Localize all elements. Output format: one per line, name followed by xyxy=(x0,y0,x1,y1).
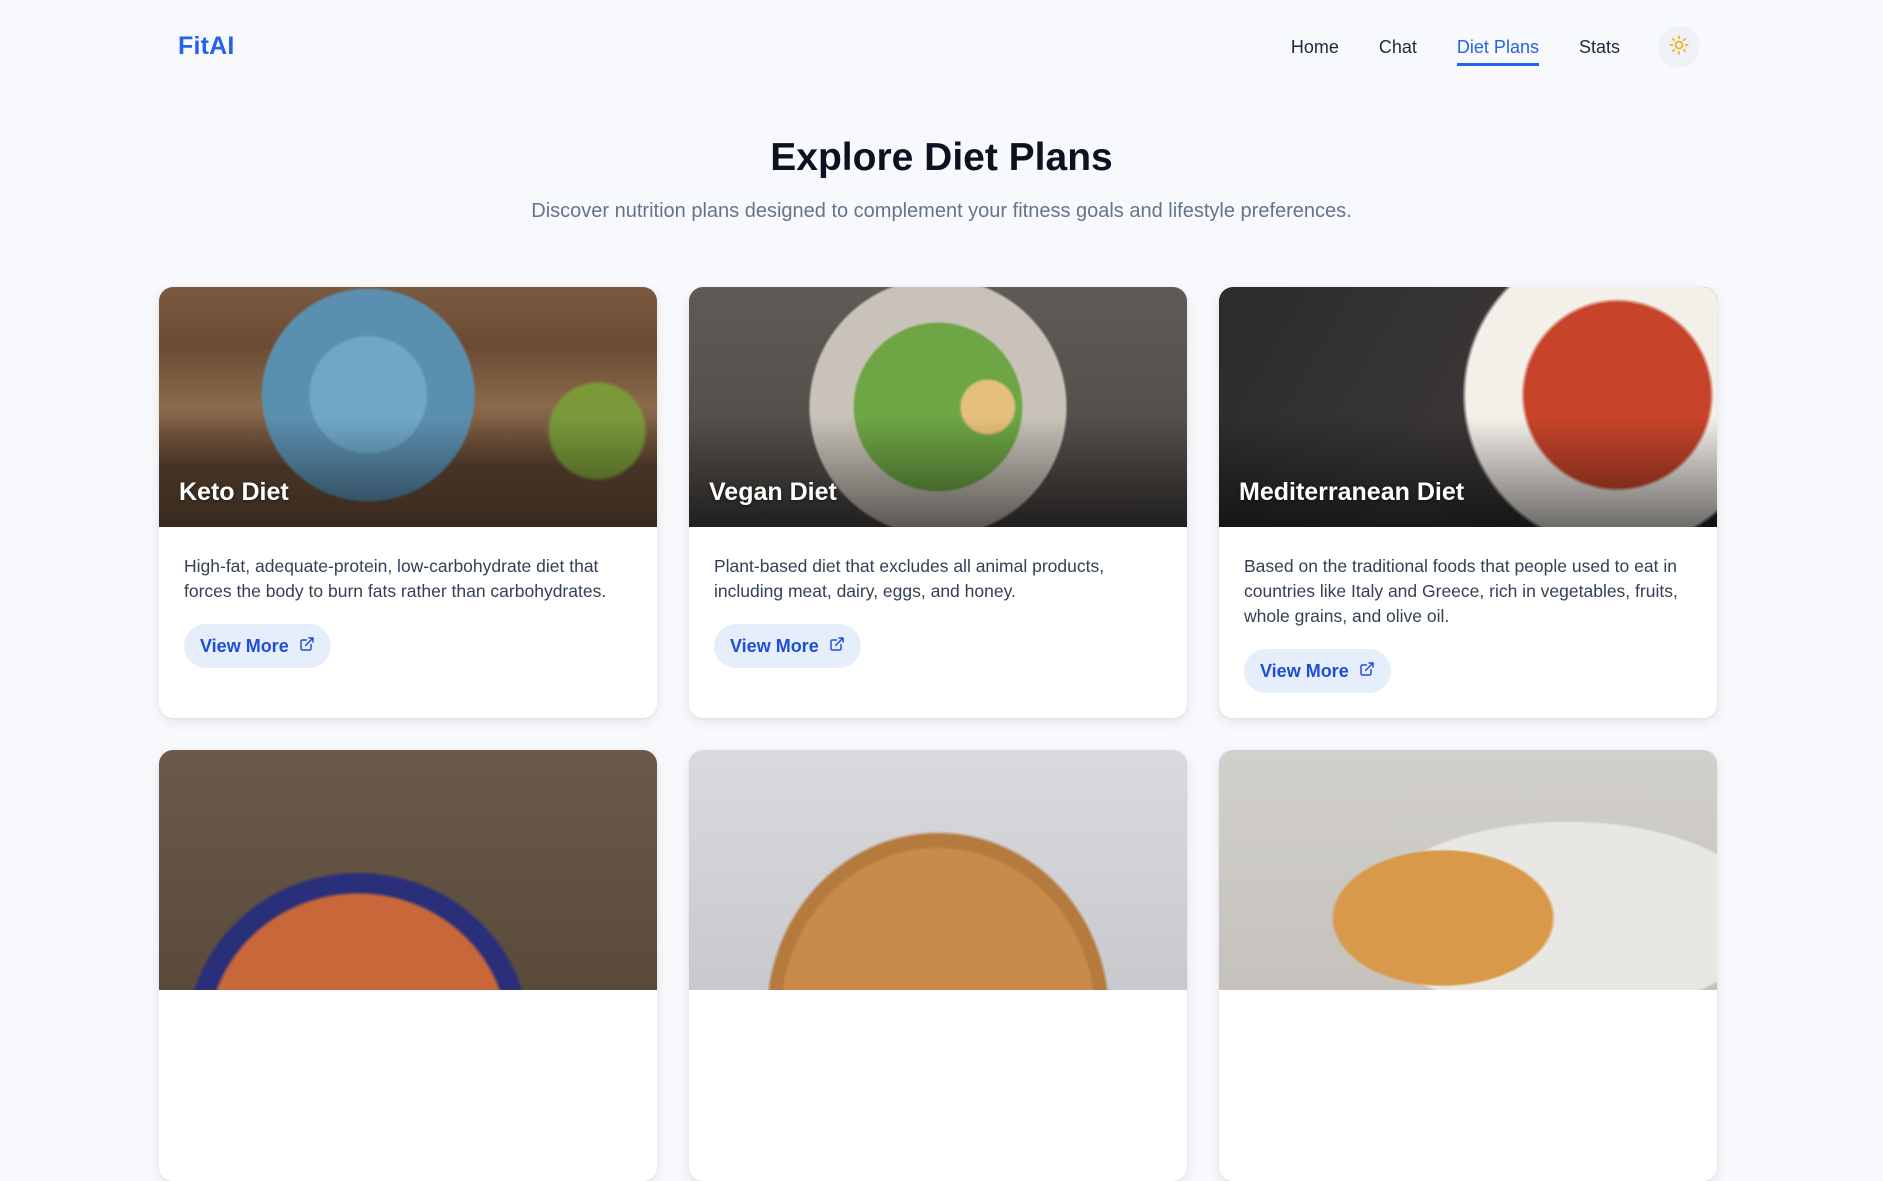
page-subtitle: Discover nutrition plans designed to com… xyxy=(531,200,1352,222)
nav-link-chat[interactable]: Chat xyxy=(1379,36,1417,66)
nav-link-diet-plans[interactable]: Diet Plans xyxy=(1456,36,1539,66)
sun-icon xyxy=(1669,34,1689,60)
diet-card-row2-3 xyxy=(1219,750,1717,1181)
nav-link-stats[interactable]: Stats xyxy=(1579,36,1620,66)
image-overlay xyxy=(689,417,1187,527)
diet-card-image xyxy=(1219,750,1717,990)
image-overlay xyxy=(1219,417,1717,527)
diet-card-row2-2 xyxy=(689,750,1187,1181)
view-more-label: View More xyxy=(1260,660,1349,681)
diet-card-vegan: Vegan Diet Plant-based diet that exclude… xyxy=(689,287,1187,718)
card-description: Based on the traditional foods that peop… xyxy=(1244,556,1678,626)
image-overlay xyxy=(159,417,657,527)
fitai-logo[interactable]: FitAI xyxy=(178,32,235,61)
view-more-button[interactable]: View More xyxy=(714,624,861,668)
diet-card-row2-1 xyxy=(159,750,657,1181)
theme-toggle-button[interactable] xyxy=(1658,26,1700,68)
diet-card-image xyxy=(159,750,657,990)
diet-plans-grid: Keto Diet High-fat, adequate-protein, lo… xyxy=(159,287,1717,1181)
keto-diet-image: Keto Diet xyxy=(159,287,657,527)
top-navigation: FitAI Home Chat Diet Plans Stats xyxy=(0,0,1883,96)
view-more-label: View More xyxy=(730,635,819,656)
mediterranean-diet-image: Mediterranean Diet xyxy=(1219,287,1717,527)
card-title: Keto Diet xyxy=(179,478,289,506)
nav-links: Home Chat Diet Plans Stats xyxy=(1291,36,1620,66)
view-more-button[interactable]: View More xyxy=(1244,649,1391,693)
diet-card-keto: Keto Diet High-fat, adequate-protein, lo… xyxy=(159,287,657,718)
view-more-button[interactable]: View More xyxy=(184,624,331,668)
card-title: Vegan Diet xyxy=(709,478,837,506)
card-body: High-fat, adequate-protein, low-carbohyd… xyxy=(159,527,657,668)
diet-card-mediterranean: Mediterranean Diet Based on the traditio… xyxy=(1219,287,1717,718)
view-more-label: View More xyxy=(200,635,289,656)
card-description: Plant-based diet that excludes all anima… xyxy=(714,556,1105,601)
card-description: High-fat, adequate-protein, low-carbohyd… xyxy=(184,556,607,601)
nav-link-home[interactable]: Home xyxy=(1291,36,1339,66)
card-body: Based on the traditional foods that peop… xyxy=(1219,527,1717,693)
diet-card-image xyxy=(689,750,1187,990)
external-link-icon xyxy=(1359,661,1375,682)
external-link-icon xyxy=(829,636,845,657)
external-link-icon xyxy=(299,636,315,657)
card-title: Mediterranean Diet xyxy=(1239,478,1465,506)
page-title: Explore Diet Plans xyxy=(770,136,1113,179)
card-body: Plant-based diet that excludes all anima… xyxy=(689,527,1187,668)
vegan-diet-image: Vegan Diet xyxy=(689,287,1187,527)
